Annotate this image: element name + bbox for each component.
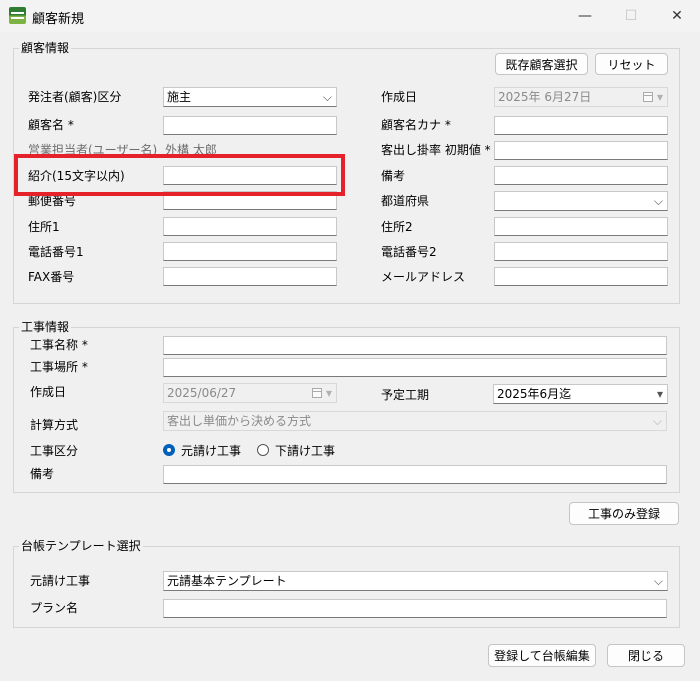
orderer-type-select[interactable]: 施主 ⌵: [163, 87, 337, 107]
select-existing-customer-button[interactable]: 既存顧客選択: [495, 53, 588, 75]
fax-input[interactable]: [163, 267, 337, 286]
chevron-down-icon: ⌵: [652, 414, 662, 428]
rate-label: 客出し掛率 初期値 *: [381, 143, 491, 157]
register-and-edit-button[interactable]: 登録して台帳編集: [488, 644, 596, 667]
customer-name-input[interactable]: [163, 116, 337, 135]
phone2-label: 電話番号2: [381, 245, 437, 259]
created-date-label: 作成日: [381, 90, 418, 104]
chevron-down-icon: ▾: [656, 90, 663, 104]
orderer-type-label: 発注者(顧客)区分: [28, 90, 122, 104]
rate-input[interactable]: [494, 141, 668, 160]
prefecture-label: 都道府県: [381, 194, 430, 208]
customer-remarks-label: 備考: [381, 169, 406, 183]
construction-place-label: 工事場所 *: [30, 360, 88, 374]
customer-remarks-input[interactable]: [494, 166, 668, 185]
address2-input[interactable]: [494, 217, 668, 236]
fax-label: FAX番号: [28, 270, 75, 284]
period-select[interactable]: 2025年6月迄 ▾: [493, 384, 668, 404]
chevron-down-icon: ⌵: [322, 90, 332, 104]
plan-name-label: プラン名: [30, 601, 79, 615]
reset-button[interactable]: リセット: [595, 53, 668, 75]
customer-kana-label: 顧客名カナ *: [381, 118, 451, 132]
customer-name-label: 顧客名 *: [28, 118, 74, 132]
phone1-label: 電話番号1: [28, 245, 84, 259]
calc-method-value: 客出し単価から決める方式: [167, 414, 312, 428]
address2-label: 住所2: [381, 220, 413, 234]
created-date-value: 2025年 6月27日: [498, 90, 592, 104]
register-construction-only-button[interactable]: 工事のみ登録: [569, 502, 679, 525]
customer-kana-input[interactable]: [494, 116, 668, 135]
radio-prime-contract[interactable]: [163, 444, 175, 456]
radio-subcontract[interactable]: [257, 444, 269, 456]
construction-place-input[interactable]: [163, 358, 667, 377]
title-bar: 顧客新規 — ☐ ✕: [0, 0, 700, 32]
plan-name-input[interactable]: [163, 599, 667, 618]
email-input[interactable]: [494, 267, 668, 286]
construction-name-input[interactable]: [163, 336, 667, 355]
window-title: 顧客新規: [32, 12, 85, 27]
address1-input[interactable]: [163, 217, 337, 236]
radio-prime-contract-label[interactable]: 元請け工事: [181, 443, 241, 459]
period-label: 予定工期: [381, 388, 430, 402]
calc-method-select: 客出し単価から決める方式 ⌵: [163, 411, 667, 431]
highlight-box: [14, 154, 345, 196]
phone2-input[interactable]: [494, 242, 668, 261]
maximize-button[interactable]: ☐: [608, 0, 654, 32]
chevron-down-icon: ⌵: [653, 194, 663, 208]
created-date-picker: 2025年 6月27日 ▾: [494, 87, 668, 107]
period-value: 2025年6月迄: [497, 387, 572, 401]
construction-created-picker: 2025/06/27 ▾: [163, 383, 337, 403]
calc-method-label: 計算方式: [30, 418, 79, 432]
prefecture-select[interactable]: ⌵: [494, 191, 668, 211]
template-main-label: 元請け工事: [30, 574, 91, 588]
chevron-down-icon: ⌵: [653, 574, 663, 588]
construction-remarks-label: 備考: [30, 467, 55, 481]
calendar-icon: [643, 92, 653, 102]
orderer-type-value: 施主: [167, 90, 192, 104]
construction-created-value: 2025/06/27: [167, 386, 237, 400]
close-window-button[interactable]: ✕: [654, 0, 700, 32]
chevron-down-icon: ▾: [325, 386, 332, 400]
radio-subcontract-label[interactable]: 下請け工事: [275, 443, 335, 459]
template-main-select[interactable]: 元請基本テンプレート ⌵: [163, 571, 668, 591]
address1-label: 住所1: [28, 220, 60, 234]
chevron-down-icon: ▾: [656, 387, 663, 401]
template-title: 台帳テンプレート選択: [19, 539, 143, 553]
customer-info-title: 顧客情報: [19, 41, 72, 55]
construction-remarks-input[interactable]: [163, 465, 667, 484]
construction-created-label: 作成日: [30, 385, 67, 399]
email-label: メールアドレス: [381, 270, 466, 284]
close-button[interactable]: 閉じる: [607, 644, 685, 667]
minimize-button[interactable]: —: [562, 0, 608, 32]
app-icon: [9, 7, 26, 24]
construction-name-label: 工事名称 *: [30, 338, 88, 352]
construction-type-label: 工事区分: [30, 444, 79, 458]
phone1-input[interactable]: [163, 242, 337, 261]
calendar-icon: [312, 388, 322, 398]
construction-info-title: 工事情報: [19, 320, 72, 334]
template-main-value: 元請基本テンプレート: [167, 574, 287, 588]
